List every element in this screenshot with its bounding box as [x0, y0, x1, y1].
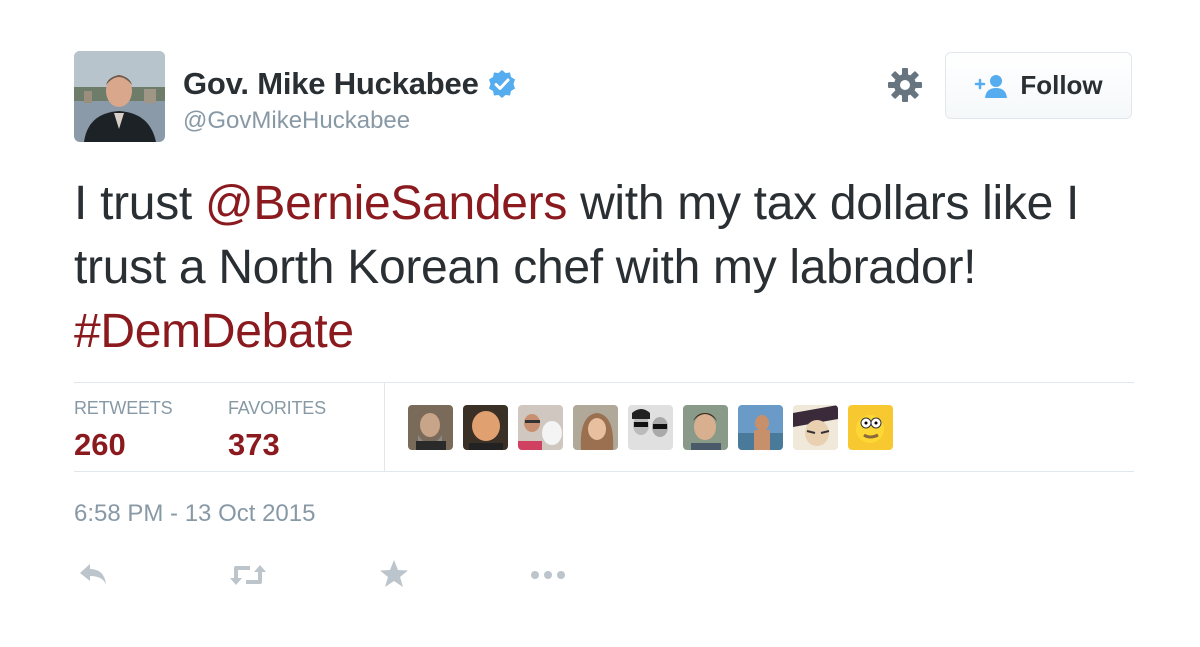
- favorites-count: 373: [228, 427, 280, 462]
- mention-link[interactable]: @BernieSanders: [205, 177, 567, 230]
- gear-icon: [888, 68, 922, 102]
- hashtag-link[interactable]: #DemDebate: [74, 305, 354, 358]
- star-icon: [380, 560, 408, 587]
- favorite-button[interactable]: [378, 558, 410, 590]
- favorites-stat[interactable]: FAVORITES 373: [228, 398, 326, 463]
- retweets-count: 260: [74, 427, 126, 462]
- retweet-icon: [230, 565, 266, 585]
- favoriter-avatar[interactable]: [738, 405, 783, 450]
- tweet-timestamp[interactable]: 6:58 PM - 13 Oct 2015: [74, 500, 315, 528]
- divider: [74, 382, 1134, 383]
- verified-badge-icon: [488, 70, 515, 98]
- retweets-stat[interactable]: RETWEETS 260: [74, 398, 173, 463]
- favorites-label: FAVORITES: [228, 398, 326, 418]
- tweet-text-segment: I trust: [74, 177, 205, 230]
- add-user-icon: [975, 74, 1008, 98]
- divider: [384, 383, 385, 471]
- reply-button[interactable]: [76, 558, 110, 592]
- divider: [74, 471, 1134, 472]
- follow-button[interactable]: Follow: [945, 52, 1132, 119]
- user-name-row[interactable]: Gov. Mike Huckabee: [183, 66, 517, 102]
- retweet-button[interactable]: [228, 558, 268, 592]
- retweets-label: RETWEETS: [74, 398, 173, 418]
- favoriter-avatar[interactable]: [628, 405, 673, 450]
- favoriter-avatar[interactable]: [518, 405, 563, 450]
- more-icon: [531, 571, 565, 579]
- display-name[interactable]: Gov. Mike Huckabee: [183, 66, 479, 102]
- more-button[interactable]: [528, 558, 568, 592]
- settings-button[interactable]: [886, 66, 924, 104]
- avatar[interactable]: [74, 51, 165, 142]
- reply-icon: [80, 564, 106, 584]
- tweet-text: I trust @BernieSanders with my tax dolla…: [74, 172, 1134, 364]
- user-handle[interactable]: @GovMikeHuckabee: [183, 107, 410, 135]
- favoriter-avatar[interactable]: [848, 405, 893, 450]
- favoriter-avatar[interactable]: [793, 405, 838, 450]
- favoriter-avatar[interactable]: [683, 405, 728, 450]
- favoriter-avatar[interactable]: [463, 405, 508, 450]
- favoriter-avatar[interactable]: [573, 405, 618, 450]
- favoriter-avatar[interactable]: [408, 405, 453, 450]
- follow-label: Follow: [1020, 70, 1103, 100]
- favoriter-avatars: [408, 405, 903, 450]
